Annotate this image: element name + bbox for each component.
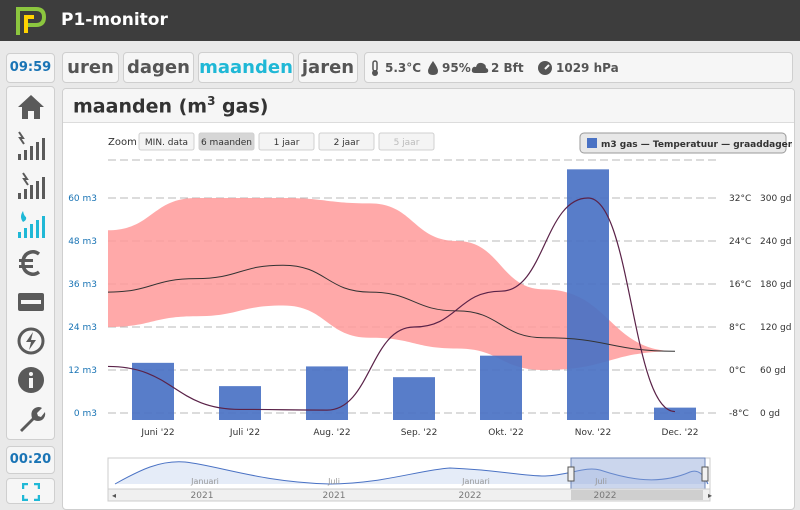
sidebar — [6, 86, 55, 440]
zoom-button-2[interactable]: 1 jaar — [258, 132, 315, 151]
chart-legend[interactable]: m3 gas — Temperatuur — graaddagen — [579, 132, 792, 154]
y-gd-tick: 180 gd — [760, 280, 791, 290]
pressure-gauge-icon — [538, 61, 552, 75]
navigator-month-label: Januari — [190, 477, 219, 486]
thermometer-icon — [372, 60, 378, 76]
svg-text:MIN. data: MIN. data — [145, 138, 188, 148]
tab-uren[interactable]: uren — [62, 52, 119, 83]
zoom-button-4[interactable]: 5 jaar — [378, 132, 435, 151]
navigator-year-label: 2022 — [594, 491, 617, 501]
wind-cloud-icon — [471, 62, 489, 73]
humidity-icon — [428, 61, 438, 75]
bar-4 — [480, 355, 522, 420]
zoom-button-3[interactable]: 2 jaar — [318, 132, 375, 151]
zoom-buttons: MIN. data 6 maanden 1 jaar 2 jaar 5 jaar — [138, 132, 435, 151]
svg-text:1 jaar: 1 jaar — [274, 138, 300, 148]
y-left-tick: 24 m3 — [68, 323, 97, 333]
gas-chart: Zoom MIN. data 6 maanden 1 jaar 2 jaar 5 jaa… — [68, 132, 792, 502]
y-temp-tick: 0°C — [729, 366, 746, 376]
y-gd-tick: 300 gd — [760, 194, 791, 204]
x-tick: Aug. '22 — [313, 428, 350, 438]
y-temp-tick: 8°C — [729, 323, 746, 333]
y-gd-tick: 120 gd — [760, 323, 791, 333]
svg-text:5 jaar: 5 jaar — [394, 138, 420, 148]
weather-humidity: 95% — [442, 61, 471, 75]
y-left-tick: 36 m3 — [68, 280, 97, 290]
power-status-icon[interactable] — [15, 325, 47, 357]
zoom-button-1[interactable]: 6 maanden — [198, 132, 255, 151]
y-temp-tick: -8°C — [729, 409, 749, 419]
bar-2 — [306, 366, 348, 420]
zoom-button-0[interactable]: MIN. data — [138, 132, 195, 151]
tab-maanden[interactable]: maanden — [198, 52, 294, 83]
euro-icon[interactable] — [15, 247, 47, 279]
navigator-month-label: Januari — [461, 477, 490, 486]
x-tick: Dec. '22 — [661, 428, 698, 438]
legend-swatch-gas — [587, 138, 597, 148]
y-left-tick: 48 m3 — [68, 237, 97, 247]
page-title: maanden (m3 gas) — [73, 94, 269, 118]
bar-0 — [132, 362, 174, 420]
navigator-year-label: 2021 — [323, 491, 346, 501]
bar-1 — [219, 386, 261, 420]
gas-meter-icon[interactable] — [15, 208, 47, 240]
navigator-month-label: Juli — [327, 477, 340, 486]
navigator-year-label: 2022 — [459, 491, 482, 501]
y-temp-tick: 24°C — [729, 237, 751, 247]
range-navigator[interactable]: Januari Juli Januari Juli ◂ ▸ 2021 2021 2022 2022 — [107, 457, 712, 502]
clock: 09:59 — [6, 53, 55, 83]
navigator-year-label: 2021 — [191, 491, 214, 501]
info-icon[interactable] — [15, 364, 47, 396]
navigator-handle-left[interactable] — [567, 466, 575, 482]
panel-header: maanden (m3 gas) — [63, 89, 794, 123]
y-temp-tick: 32°C — [729, 194, 751, 204]
weather-pressure: 1029 hPa — [556, 61, 619, 75]
y-left-tick: 12 m3 — [68, 366, 97, 376]
scroll-right-icon[interactable]: ▸ — [708, 491, 712, 500]
card-icon[interactable] — [15, 286, 47, 318]
x-tick: Okt. '22 — [488, 428, 523, 438]
y-gd-tick: 0 gd — [760, 409, 780, 419]
x-tick: Juli '22 — [229, 428, 260, 438]
refresh-counter: 00:20 — [6, 446, 55, 474]
bar-3 — [393, 377, 435, 420]
wrench-icon[interactable] — [15, 403, 47, 435]
bar-6 — [654, 407, 696, 420]
y-gd-tick: 60 gd — [760, 366, 786, 376]
x-tick: Sep. '22 — [401, 428, 438, 438]
legend-text: m3 gas — Temperatuur — graaddagen — [601, 140, 792, 150]
power-phases-icon[interactable] — [15, 169, 47, 201]
tab-dagen[interactable]: dagen — [123, 52, 194, 83]
weather-wind: 2 Bft — [491, 61, 524, 75]
y-gd-tick: 240 gd — [760, 237, 791, 247]
y-left-tick: 60 m3 — [68, 194, 97, 204]
fullscreen-icon — [22, 483, 40, 501]
x-tick: Nov. '22 — [575, 428, 612, 438]
y-temp-tick: 16°C — [729, 280, 751, 290]
weather-temperature: 5.3°C — [385, 61, 422, 75]
power-meter-icon[interactable] — [15, 130, 47, 162]
svg-text:2 jaar: 2 jaar — [334, 138, 360, 148]
p1-logo-icon — [16, 7, 47, 35]
x-tick: Juni '22 — [140, 428, 174, 438]
navigator-month-label: Juli — [594, 477, 607, 486]
top-bar: P1-monitor — [0, 0, 800, 41]
svg-text:6 maanden: 6 maanden — [201, 138, 252, 148]
y-left-tick: 0 m3 — [74, 409, 97, 419]
scroll-left-icon[interactable]: ◂ — [112, 491, 116, 500]
weather-bar: 5.3°C 95% 2 Bft 1029 hPa — [364, 52, 793, 83]
app-title: P1-monitor — [61, 10, 168, 30]
tab-jaren[interactable]: jaren — [298, 52, 358, 83]
fullscreen-button[interactable] — [6, 478, 55, 504]
home-icon[interactable] — [15, 91, 47, 123]
zoom-label: Zoom — [108, 137, 137, 148]
scrollbar-thumb[interactable] — [571, 490, 703, 500]
navigator-handle-right[interactable] — [701, 466, 709, 482]
